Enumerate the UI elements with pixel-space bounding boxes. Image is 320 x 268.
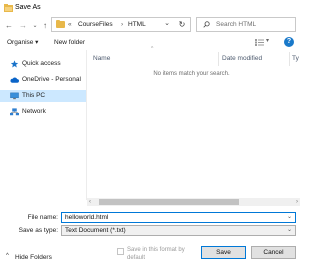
sort-indicator-icon: ^: [151, 46, 154, 52]
nav-item-label: Network: [22, 108, 46, 115]
horizontal-scrollbar[interactable]: ‹ ›: [87, 198, 300, 206]
nav-item-label: OneDrive - Personal: [22, 76, 81, 83]
save-as-type-label: Save as type:: [18, 227, 58, 234]
view-options-icon[interactable]: [255, 39, 264, 46]
up-button[interactable]: ↑: [39, 19, 51, 31]
refresh-button[interactable]: ↻: [175, 17, 189, 32]
column-divider[interactable]: [289, 52, 290, 66]
view-dropdown-icon[interactable]: ▾: [266, 37, 269, 44]
save-button[interactable]: Save: [201, 246, 246, 259]
column-header-name[interactable]: Name: [93, 54, 110, 63]
star-icon: [10, 60, 19, 68]
nav-item-label: Quick access: [22, 60, 61, 67]
breadcrumb-overflow[interactable]: «: [68, 20, 72, 30]
search-placeholder: Search HTML: [216, 21, 257, 28]
file-name-label: File name:: [27, 214, 58, 221]
empty-list-message: No items match your search.: [153, 71, 230, 77]
back-arrow-icon: ←: [5, 20, 13, 30]
chevron-down-icon[interactable]: ⌄: [287, 213, 292, 222]
save-format-default-label: Save in this format by default: [127, 247, 185, 261]
save-as-type-select[interactable]: Text Document (*.txt) ⌄: [61, 225, 296, 236]
new-folder-button[interactable]: New folder: [54, 38, 85, 47]
save-as-window-icon: [4, 4, 13, 12]
folder-icon: [56, 20, 65, 28]
forward-button[interactable]: →: [17, 19, 29, 31]
address-bar[interactable]: « CourseFiles › HTML ⌄: [51, 17, 191, 32]
nav-item-network[interactable]: Network: [0, 106, 86, 118]
breadcrumb-item-html[interactable]: HTML: [128, 20, 146, 30]
nav-item-onedrive[interactable]: OneDrive - Personal: [0, 74, 86, 86]
back-button[interactable]: ←: [3, 19, 15, 31]
up-arrow-icon: ↑: [43, 20, 47, 30]
file-name-value: helloworld.html: [65, 214, 109, 221]
file-name-field[interactable]: helloworld.html ⌄: [61, 212, 296, 223]
nav-item-quick-access[interactable]: Quick access: [0, 58, 86, 70]
search-icon: [203, 21, 210, 28]
nav-item-label: This PC: [22, 92, 46, 99]
chevron-down-icon: ⌄: [286, 227, 292, 233]
breadcrumb-item-coursefiles[interactable]: CourseFiles: [78, 20, 113, 30]
forward-arrow-icon: →: [19, 20, 27, 30]
scroll-right-icon[interactable]: ›: [296, 198, 298, 206]
scroll-left-icon[interactable]: ‹: [89, 198, 91, 206]
cancel-button[interactable]: Cancel: [251, 246, 296, 259]
column-header-date-modified[interactable]: Date modified: [222, 54, 262, 63]
cloud-icon: [10, 77, 19, 83]
navigation-pane: Quick access OneDrive - Personal This PC…: [0, 50, 86, 200]
save-as-type-value: Text Document (*.txt): [65, 227, 126, 234]
hide-folders-button[interactable]: Hide Folders: [15, 253, 52, 262]
help-icon[interactable]: ?: [284, 37, 294, 47]
column-divider[interactable]: [218, 52, 219, 66]
chevron-up-icon: ^: [6, 253, 9, 259]
organise-menu[interactable]: Organise ▾: [7, 38, 38, 47]
save-format-default-checkbox[interactable]: [117, 248, 124, 255]
chevron-down-icon: ⌄: [32, 22, 38, 29]
breadcrumb-separator: ›: [121, 21, 124, 28]
search-input[interactable]: Search HTML: [196, 17, 296, 32]
address-dropdown-icon[interactable]: ⌄: [164, 19, 170, 27]
window-title: Save As: [15, 4, 41, 11]
scrollbar-thumb[interactable]: [99, 199, 239, 205]
network-icon: [10, 108, 19, 116]
title-bar: Save As: [0, 0, 300, 17]
nav-item-this-pc[interactable]: This PC: [0, 90, 86, 102]
refresh-icon: ↻: [178, 20, 186, 29]
column-header-type[interactable]: Ty: [292, 54, 299, 63]
computer-icon: [10, 92, 19, 100]
